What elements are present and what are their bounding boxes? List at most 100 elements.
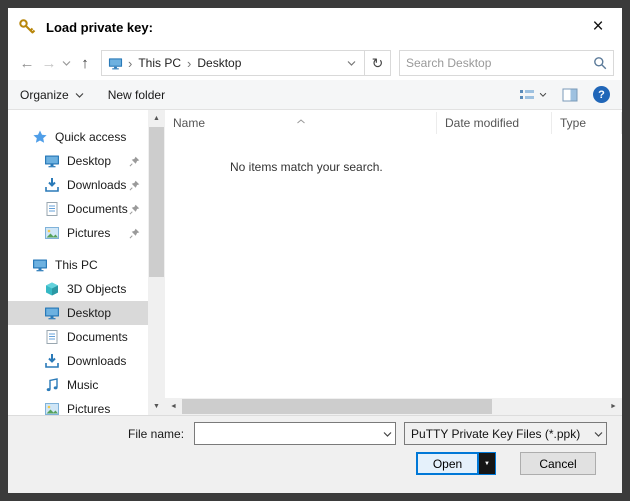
- dialog-footer: File name: PuTTY Private Key Files (*.pp…: [8, 415, 622, 493]
- desktop-icon: [44, 153, 60, 169]
- scroll-right-icon[interactable]: ►: [605, 398, 622, 415]
- window-title: Load private key:: [46, 20, 153, 35]
- sidebar-label: Desktop: [67, 306, 111, 320]
- preview-pane-button[interactable]: [562, 88, 578, 102]
- sidebar-label: Pictures: [67, 226, 110, 240]
- horizontal-scrollbar[interactable]: ◄ ►: [165, 398, 622, 415]
- search-icon[interactable]: [593, 56, 607, 70]
- sidebar-item-desktop-quick[interactable]: Desktop: [8, 149, 148, 173]
- sidebar-item-music[interactable]: Music: [8, 373, 148, 397]
- sidebar-label: Quick access: [55, 130, 126, 144]
- sidebar-label: 3D Objects: [67, 282, 126, 296]
- preview-pane-icon: [562, 88, 578, 102]
- documents-icon: [44, 201, 60, 217]
- sidebar-label: Downloads: [67, 354, 126, 368]
- up-button[interactable]: ↑: [74, 51, 96, 75]
- file-name-dropdown-icon[interactable]: [379, 431, 395, 437]
- desktop-background: Load private key: × ← → ↑ › This PC › De…: [0, 0, 630, 501]
- sort-ascending-icon: [296, 113, 305, 127]
- scrollbar-thumb[interactable]: [182, 399, 492, 414]
- column-label: Type: [560, 116, 586, 130]
- star-icon: [32, 129, 48, 145]
- breadcrumb-desktop[interactable]: Desktop: [194, 56, 244, 70]
- forward-button[interactable]: →: [38, 51, 60, 75]
- titlebar: Load private key: ×: [8, 8, 622, 46]
- puttygen-key-icon: [18, 17, 38, 37]
- sidebar-scrollbar[interactable]: ▲ ▼: [148, 110, 165, 415]
- sidebar-item-downloads[interactable]: Downloads: [8, 349, 148, 373]
- column-label: Name: [173, 116, 205, 130]
- desktop-icon: [44, 305, 60, 321]
- computer-icon: [32, 257, 48, 273]
- music-icon: [44, 377, 60, 393]
- sidebar-item-documents[interactable]: Documents: [8, 325, 148, 349]
- sidebar-label: Music: [67, 378, 98, 392]
- file-type-dropdown[interactable]: PuTTY Private Key Files (*.ppk): [404, 422, 607, 445]
- scrollbar-thumb[interactable]: [149, 127, 164, 277]
- file-name-label: File name:: [128, 427, 184, 441]
- search-box: [399, 50, 614, 76]
- close-button[interactable]: ×: [584, 13, 612, 41]
- empty-message: No items match your search.: [230, 160, 383, 174]
- change-view-button[interactable]: [519, 88, 547, 102]
- sidebar-item-documents-quick[interactable]: Documents: [8, 197, 148, 221]
- pin-icon: [129, 180, 140, 191]
- pictures-icon: [44, 401, 60, 415]
- refresh-button[interactable]: ↻: [365, 50, 391, 76]
- sidebar-item-downloads-quick[interactable]: Downloads: [8, 173, 148, 197]
- file-type-dropdown-icon: [590, 431, 606, 437]
- sidebar-label: This PC: [55, 258, 98, 272]
- sidebar-item-quick-access[interactable]: Quick access: [8, 125, 148, 149]
- sidebar-label: Documents: [67, 330, 128, 344]
- details-view-icon: [519, 88, 535, 102]
- column-label: Date modified: [445, 116, 519, 130]
- scroll-up-icon[interactable]: ▲: [148, 110, 165, 127]
- 3d-objects-icon: [44, 281, 60, 297]
- column-header-name[interactable]: Name: [165, 112, 437, 134]
- documents-icon: [44, 329, 60, 345]
- cancel-button[interactable]: Cancel: [520, 452, 596, 475]
- scroll-down-icon[interactable]: ▼: [148, 398, 165, 415]
- sidebar-item-3d-objects[interactable]: 3D Objects: [8, 277, 148, 301]
- sidebar-label: Documents: [67, 202, 128, 216]
- sidebar-item-this-pc[interactable]: This PC: [8, 253, 148, 277]
- pin-icon: [129, 228, 140, 239]
- sidebar-item-pictures[interactable]: Pictures: [8, 397, 148, 415]
- pin-icon: [129, 204, 140, 215]
- sidebar-label: Desktop: [67, 154, 111, 168]
- dialog-body: Quick access Desktop Downloads: [8, 110, 622, 415]
- open-button[interactable]: Open: [416, 452, 479, 475]
- navigation-bar: ← → ↑ › This PC › Desktop ↻: [8, 46, 622, 80]
- address-bar[interactable]: › This PC › Desktop: [101, 50, 365, 76]
- open-dropdown-button[interactable]: ▼: [479, 452, 496, 475]
- organize-button[interactable]: Organize: [20, 88, 84, 102]
- column-header-date-modified[interactable]: Date modified: [437, 112, 552, 134]
- organize-label: Organize: [20, 88, 69, 102]
- address-dropdown-icon[interactable]: [345, 60, 358, 66]
- file-name-input[interactable]: [195, 423, 379, 444]
- file-type-value: PuTTY Private Key Files (*.ppk): [411, 427, 590, 441]
- navigation-pane: Quick access Desktop Downloads: [8, 110, 148, 415]
- breadcrumb-separator: ›: [184, 56, 194, 71]
- file-name-combobox: [194, 422, 396, 445]
- downloads-icon: [44, 353, 60, 369]
- open-split-button: Open ▼: [416, 452, 496, 475]
- pictures-icon: [44, 225, 60, 241]
- sidebar-label: Downloads: [67, 178, 126, 192]
- column-header-type[interactable]: Type: [552, 112, 622, 134]
- toolbar-right-group: ?: [519, 86, 610, 103]
- sidebar-section-gap: [8, 245, 148, 253]
- chevron-down-icon: [539, 92, 547, 97]
- search-input[interactable]: [406, 56, 589, 70]
- sidebar-item-pictures-quick[interactable]: Pictures: [8, 221, 148, 245]
- back-button[interactable]: ←: [16, 51, 38, 75]
- breadcrumb-this-pc[interactable]: This PC: [135, 56, 184, 70]
- pin-icon: [129, 156, 140, 167]
- scroll-left-icon[interactable]: ◄: [165, 398, 182, 415]
- sidebar-label: Pictures: [67, 402, 110, 415]
- sidebar-item-desktop[interactable]: Desktop: [8, 301, 148, 325]
- file-name-row: File name: PuTTY Private Key Files (*.pp…: [8, 422, 622, 445]
- new-folder-button[interactable]: New folder: [108, 88, 165, 102]
- help-button[interactable]: ?: [593, 86, 610, 103]
- history-dropdown-icon[interactable]: [60, 60, 72, 66]
